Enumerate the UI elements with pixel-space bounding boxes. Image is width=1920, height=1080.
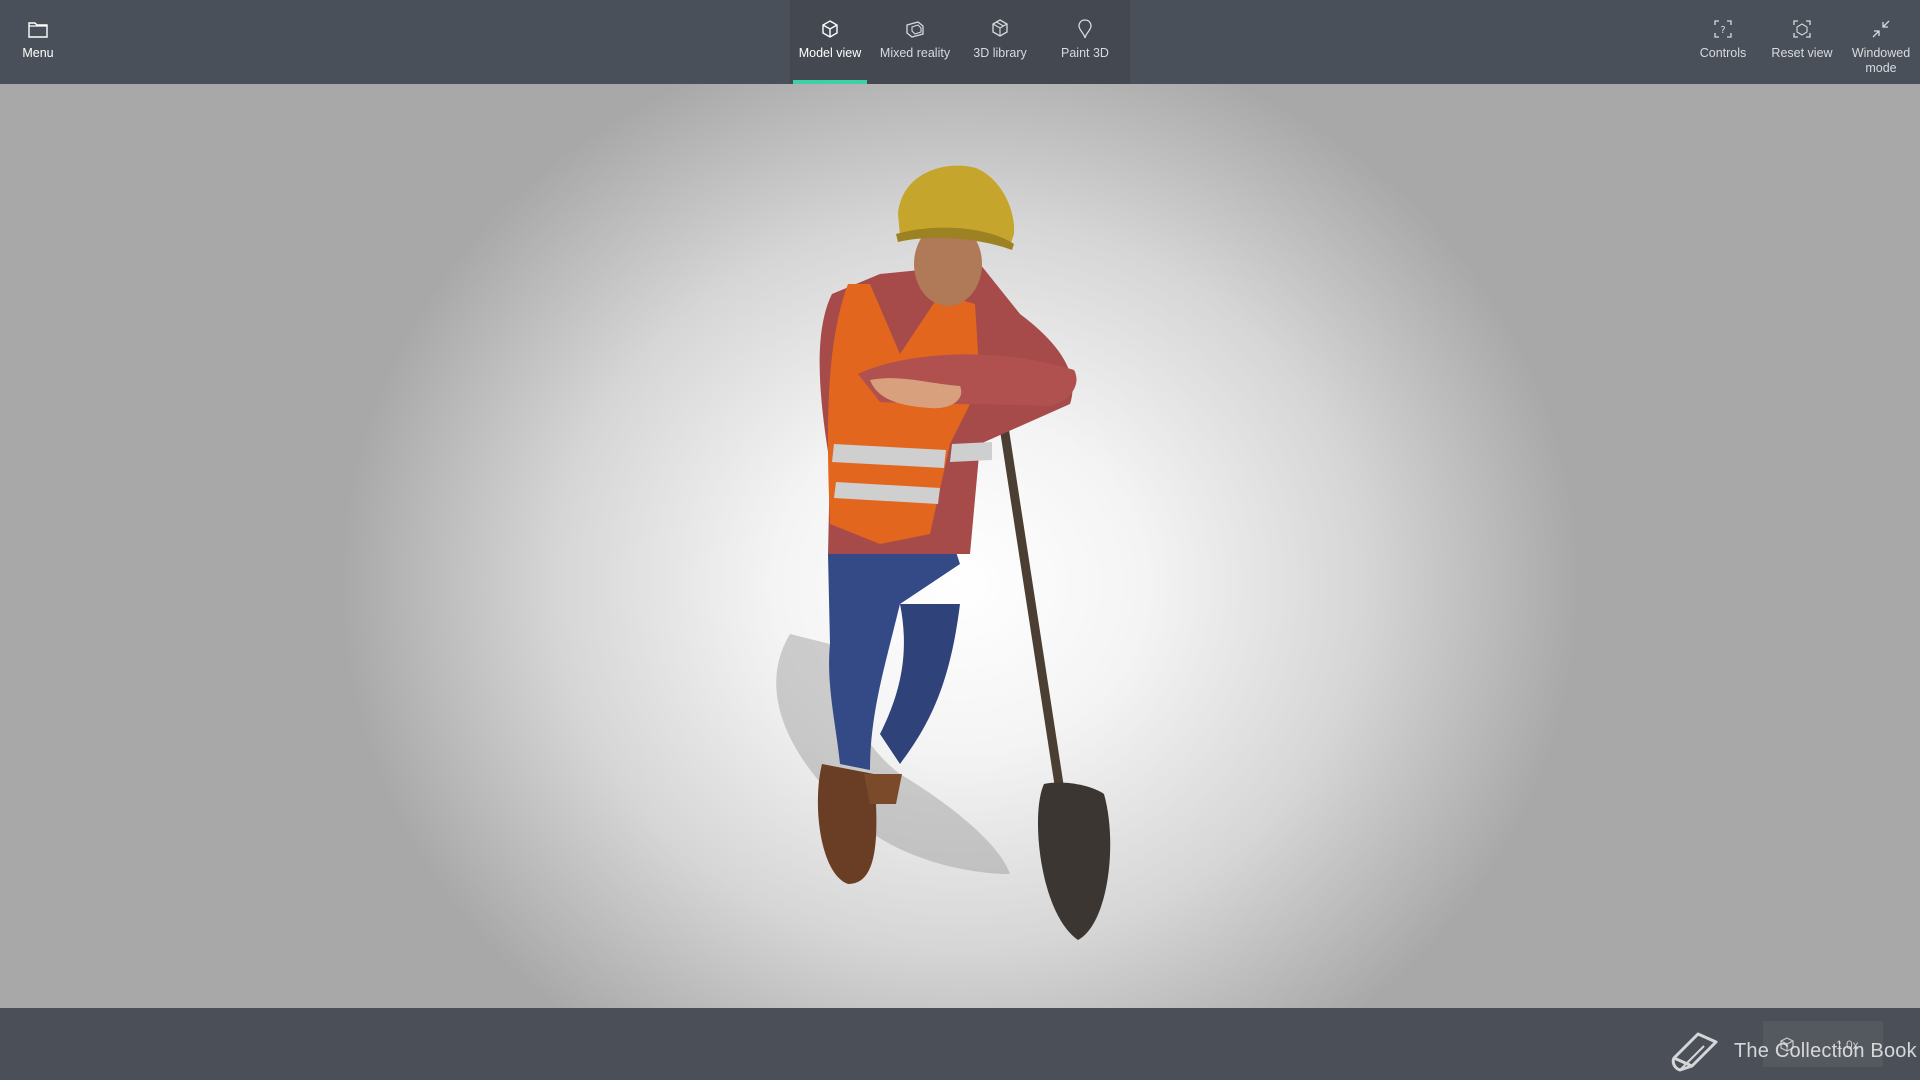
bottom-bar <box>0 1008 1920 1080</box>
mode-tab-group: Model view Mixed reality 3D library Pain… <box>790 0 1130 84</box>
watermark: The Collection Book <box>1668 1028 1917 1074</box>
model-shadow <box>776 634 1010 874</box>
shovel-blade <box>1037 782 1111 940</box>
tab-label: Paint 3D <box>1061 46 1109 60</box>
tab-label: 3D library <box>973 46 1027 60</box>
right-boot <box>864 774 902 804</box>
vest-reflective-stripe <box>950 442 992 462</box>
watermark-text: The Collection Book <box>1734 1039 1917 1062</box>
menu-button[interactable]: Menu <box>18 0 58 84</box>
cube-icon <box>822 20 838 38</box>
tab-mixed-reality[interactable]: Mixed reality <box>875 0 955 84</box>
book-icon <box>1671 1032 1718 1072</box>
folder-icon <box>28 22 48 38</box>
windowed-mode-label: Windowed mode <box>1851 46 1911 75</box>
cubes-icon <box>992 19 1008 37</box>
collapse-arrows-icon <box>1872 20 1890 38</box>
svg-text:?: ? <box>1720 25 1725 36</box>
tab-3d-library[interactable]: 3D library <box>960 0 1040 84</box>
paint-drop-icon <box>1078 19 1092 39</box>
reset-view-icon <box>1793 20 1811 38</box>
reset-view-label: Reset view <box>1771 46 1833 60</box>
controls-help-icon: ? <box>1714 20 1732 38</box>
tab-model-view[interactable]: Model view <box>790 0 870 84</box>
shovel-handle <box>997 409 1067 809</box>
controls-button[interactable]: ? Controls <box>1688 0 1758 84</box>
mixed-reality-icon <box>906 21 924 38</box>
reset-view-button[interactable]: Reset view <box>1767 0 1837 84</box>
menu-label: Menu <box>22 46 54 60</box>
top-toolbar: Menu Model view Mixed reality 3D library <box>0 0 1920 84</box>
construction-worker-model[interactable] <box>0 84 1920 1008</box>
tab-label: Mixed reality <box>879 46 951 60</box>
windowed-mode-button[interactable]: Windowed mode <box>1846 0 1916 84</box>
tab-label: Model view <box>798 46 862 60</box>
model-viewport[interactable] <box>0 84 1920 1008</box>
tab-paint-3d[interactable]: Paint 3D <box>1045 0 1125 84</box>
controls-label: Controls <box>1699 46 1747 60</box>
